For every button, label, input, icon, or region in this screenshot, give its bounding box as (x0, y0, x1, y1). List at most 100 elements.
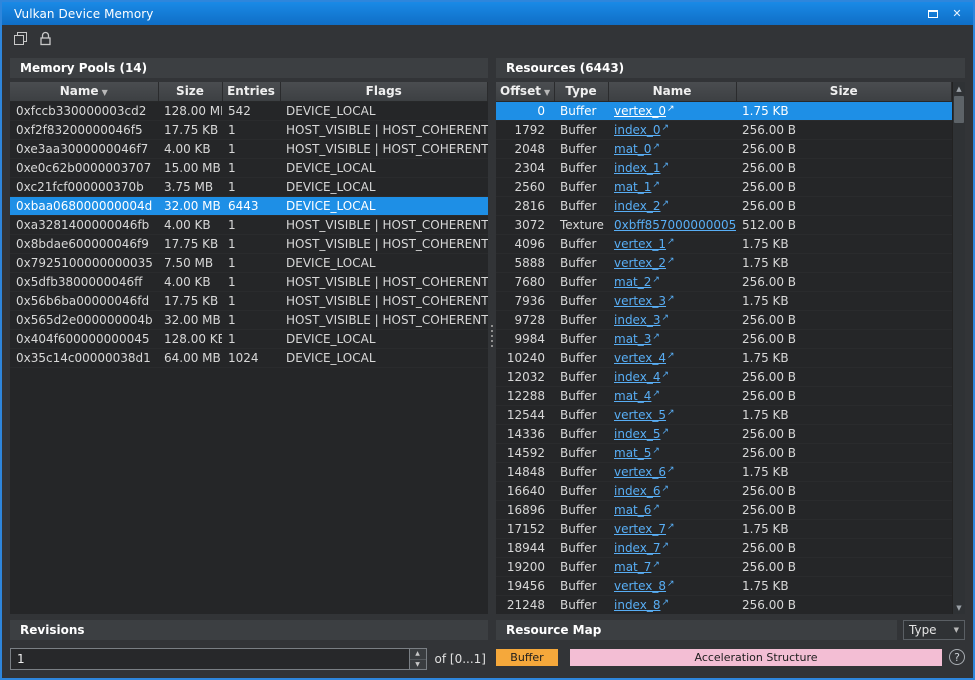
resource-row[interactable]: 10240 Buffer vertex_4↗ 1.75 KB (496, 348, 952, 367)
resource-row[interactable]: 3072 Texture 0xbff8570000000052↗ 512.00 … (496, 215, 952, 234)
float-window-button[interactable] (921, 4, 945, 23)
memory-pool-row[interactable]: 0xe0c62b0000003707 15.00 MB 1 DEVICE_LOC… (10, 158, 488, 177)
resource-row[interactable]: 17152 Buffer vertex_7↗ 1.75 KB (496, 519, 952, 538)
memory-pool-row[interactable]: 0x565d2e000000004b 32.00 MB 1 HOST_VISIB… (10, 310, 488, 329)
resource-link[interactable]: vertex_6↗ (614, 465, 675, 479)
resource-link[interactable]: mat_3↗ (614, 332, 660, 346)
sort-indicator-icon: ▼ (544, 88, 550, 97)
resource-map-buffer-segment[interactable]: Buffer (496, 649, 558, 666)
resource-row[interactable]: 7680 Buffer mat_2↗ 256.00 B (496, 272, 952, 291)
resource-map-accel-structure-segment[interactable]: Acceleration Structure (570, 649, 942, 666)
pools-col-flags[interactable]: Flags (280, 82, 488, 101)
resource-row[interactable]: 14592 Buffer mat_5↗ 256.00 B (496, 443, 952, 462)
resource-link[interactable]: 0xbff8570000000052↗ (614, 218, 736, 232)
resource-row[interactable]: 19456 Buffer vertex_8↗ 1.75 KB (496, 576, 952, 595)
resource-row[interactable]: 9984 Buffer mat_3↗ 256.00 B (496, 329, 952, 348)
resource-link[interactable]: mat_5↗ (614, 446, 660, 460)
memory-pool-row[interactable]: 0x404f600000000045 128.00 KB 1 DEVICE_LO… (10, 329, 488, 348)
panel-splitter[interactable] (488, 58, 496, 614)
close-button[interactable]: ✕ (945, 4, 969, 23)
resource-link[interactable]: vertex_2↗ (614, 256, 675, 270)
memory-pool-row[interactable]: 0x35c14c00000038d1 64.00 MB 1024 DEVICE_… (10, 348, 488, 367)
resource-link[interactable]: mat_6↗ (614, 503, 660, 517)
memory-pool-row[interactable]: 0xf2f83200000046f5 17.75 KB 1 HOST_VISIB… (10, 120, 488, 139)
scroll-down-button[interactable]: ▼ (953, 601, 965, 614)
spin-up-button[interactable]: ▲ (410, 649, 426, 660)
resource-link[interactable]: vertex_7↗ (614, 522, 675, 536)
resource-row[interactable]: 12288 Buffer mat_4↗ 256.00 B (496, 386, 952, 405)
resource-link[interactable]: index_8↗ (614, 598, 669, 612)
resource-link[interactable]: index_3↗ (614, 313, 669, 327)
resource-row[interactable]: 2560 Buffer mat_1↗ 256.00 B (496, 177, 952, 196)
resource-link[interactable]: index_7↗ (614, 541, 669, 555)
revision-spinner[interactable]: 1 ▲ ▼ (10, 648, 427, 670)
resource-link[interactable]: mat_7↗ (614, 560, 660, 574)
title-bar[interactable]: Vulkan Device Memory ✕ (2, 2, 973, 25)
resource-link[interactable]: index_0↗ (614, 123, 669, 137)
scrollbar-track[interactable] (953, 95, 965, 601)
scrollbar-thumb[interactable] (954, 96, 964, 123)
resource-link[interactable]: mat_1↗ (614, 180, 660, 194)
resource-row[interactable]: 16640 Buffer index_6↗ 256.00 B (496, 481, 952, 500)
pools-col-entries[interactable]: Entries (222, 82, 280, 101)
resource-row[interactable]: 19200 Buffer mat_7↗ 256.00 B (496, 557, 952, 576)
resource-type: Buffer (554, 177, 608, 196)
resource-row[interactable]: 18944 Buffer index_7↗ 256.00 B (496, 538, 952, 557)
resource-link[interactable]: index_5↗ (614, 427, 669, 441)
pool-size: 32.00 MB (158, 196, 222, 215)
res-col-size[interactable]: Size (736, 82, 952, 101)
resource-row[interactable]: 5888 Buffer vertex_2↗ 1.75 KB (496, 253, 952, 272)
resource-row[interactable]: 14336 Buffer index_5↗ 256.00 B (496, 424, 952, 443)
resource-row[interactable]: 16896 Buffer mat_6↗ 256.00 B (496, 500, 952, 519)
res-col-type[interactable]: Type (554, 82, 608, 101)
resource-link[interactable]: vertex_3↗ (614, 294, 675, 308)
memory-pool-row[interactable]: 0xfccb330000003cd2 128.00 MB 542 DEVICE_… (10, 101, 488, 120)
resource-offset: 2816 (496, 196, 554, 215)
resource-row[interactable]: 12544 Buffer vertex_5↗ 1.75 KB (496, 405, 952, 424)
memory-pool-row[interactable]: 0x5dfb3800000046ff 4.00 KB 1 HOST_VISIBL… (10, 272, 488, 291)
resource-link[interactable]: mat_4↗ (614, 389, 660, 403)
pools-col-size[interactable]: Size (158, 82, 222, 101)
resource-link[interactable]: index_4↗ (614, 370, 669, 384)
type-filter-dropdown[interactable]: Type ▼ (903, 620, 965, 640)
memory-pool-row[interactable]: 0xe3aa3000000046f7 4.00 KB 1 HOST_VISIBL… (10, 139, 488, 158)
memory-pool-row[interactable]: 0x8bdae600000046f9 17.75 KB 1 HOST_VISIB… (10, 234, 488, 253)
pool-entries: 1 (222, 253, 280, 272)
resource-link[interactable]: mat_2↗ (614, 275, 660, 289)
help-icon[interactable]: ? (949, 649, 965, 665)
resource-link[interactable]: vertex_4↗ (614, 351, 675, 365)
resource-link[interactable]: vertex_1↗ (614, 237, 675, 251)
res-col-offset[interactable]: Offset▼ (496, 82, 554, 101)
resource-link[interactable]: vertex_0↗ (614, 104, 675, 118)
resource-row[interactable]: 7936 Buffer vertex_3↗ 1.75 KB (496, 291, 952, 310)
resource-row[interactable]: 21248 Buffer index_8↗ 256.00 B (496, 595, 952, 614)
resource-link[interactable]: index_1↗ (614, 161, 669, 175)
resource-row[interactable]: 2048 Buffer mat_0↗ 256.00 B (496, 139, 952, 158)
res-col-name[interactable]: Name (608, 82, 736, 101)
resource-row[interactable]: 14848 Buffer vertex_6↗ 1.75 KB (496, 462, 952, 481)
resources-scrollbar[interactable]: ▲ ▼ (952, 82, 965, 614)
resource-link[interactable]: vertex_5↗ (614, 408, 675, 422)
new-window-button[interactable] (9, 28, 31, 50)
pool-entries: 1 (222, 291, 280, 310)
resource-row[interactable]: 12032 Buffer index_4↗ 256.00 B (496, 367, 952, 386)
memory-pool-row[interactable]: 0x56b6ba00000046fd 17.75 KB 1 HOST_VISIB… (10, 291, 488, 310)
resource-row[interactable]: 1792 Buffer index_0↗ 256.00 B (496, 120, 952, 139)
pools-col-name[interactable]: Name▼ (10, 82, 158, 101)
memory-pool-row[interactable]: 0xa3281400000046fb 4.00 KB 1 HOST_VISIBL… (10, 215, 488, 234)
resource-link[interactable]: mat_0↗ (614, 142, 660, 156)
memory-pool-row[interactable]: 0xc21fcf000000370b 3.75 MB 1 DEVICE_LOCA… (10, 177, 488, 196)
lock-button[interactable] (34, 28, 56, 50)
spin-down-button[interactable]: ▼ (410, 660, 426, 670)
resource-row[interactable]: 0 Buffer vertex_0↗ 1.75 KB (496, 101, 952, 120)
memory-pool-row[interactable]: 0xbaa068000000004d 32.00 MB 6443 DEVICE_… (10, 196, 488, 215)
resource-link[interactable]: index_2↗ (614, 199, 669, 213)
memory-pool-row[interactable]: 0x7925100000000035 7.50 MB 1 DEVICE_LOCA… (10, 253, 488, 272)
resource-row[interactable]: 2816 Buffer index_2↗ 256.00 B (496, 196, 952, 215)
resource-link[interactable]: vertex_8↗ (614, 579, 675, 593)
scroll-up-button[interactable]: ▲ (953, 82, 965, 95)
resource-link[interactable]: index_6↗ (614, 484, 669, 498)
resource-row[interactable]: 4096 Buffer vertex_1↗ 1.75 KB (496, 234, 952, 253)
resource-row[interactable]: 9728 Buffer index_3↗ 256.00 B (496, 310, 952, 329)
resource-row[interactable]: 2304 Buffer index_1↗ 256.00 B (496, 158, 952, 177)
